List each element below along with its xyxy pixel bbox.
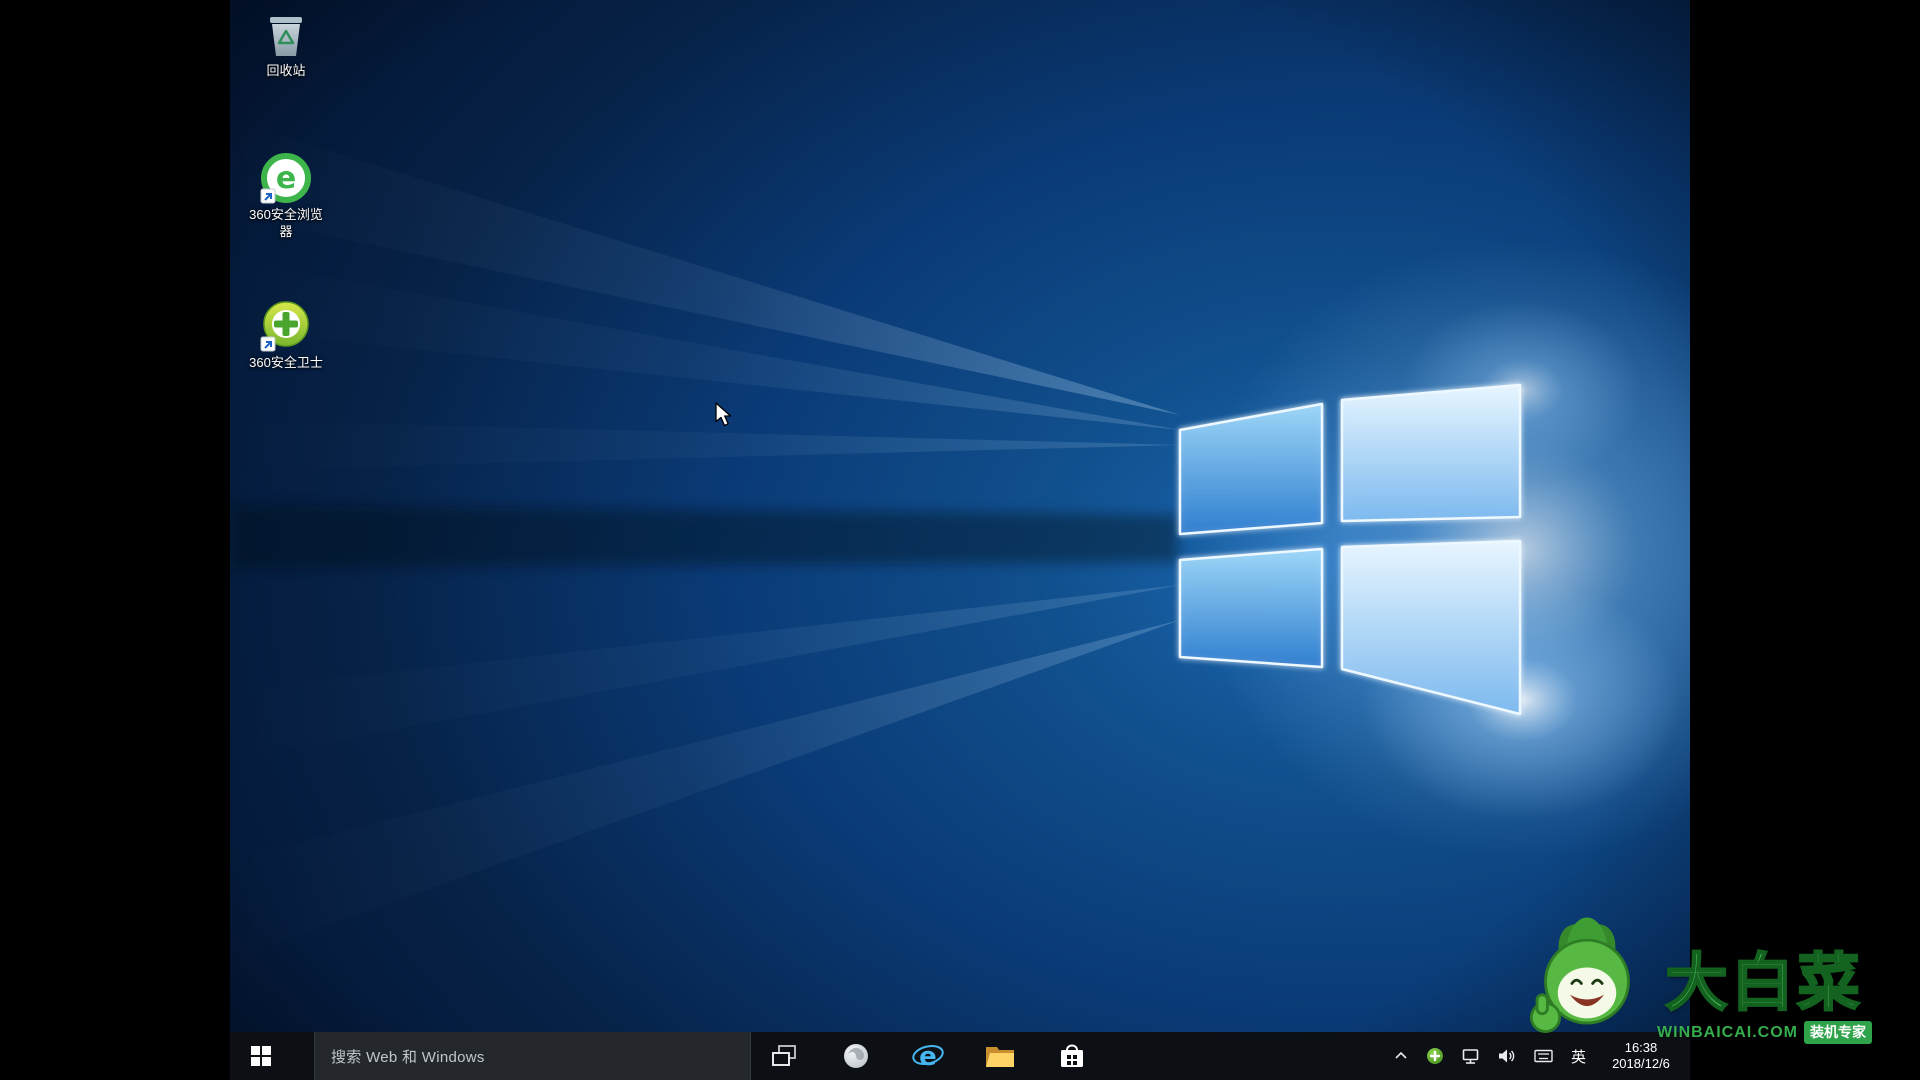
file-explorer-button[interactable] bbox=[970, 1032, 1030, 1080]
tray-chevron-button[interactable] bbox=[1392, 1032, 1410, 1080]
pinned-app-button[interactable] bbox=[826, 1032, 886, 1080]
windows-store-button[interactable] bbox=[1042, 1032, 1102, 1080]
taskbar-pinned-apps: e bbox=[754, 1032, 1102, 1080]
clock-time: 16:38 bbox=[1625, 1040, 1658, 1056]
windows-hero-wallpaper bbox=[230, 0, 1690, 1080]
360-browser-icon: e bbox=[260, 152, 312, 204]
network-icon bbox=[1462, 1048, 1480, 1065]
task-view-icon bbox=[771, 1044, 797, 1068]
windows-logo-icon bbox=[251, 1046, 271, 1066]
windows-store-icon bbox=[1058, 1042, 1086, 1070]
tray-360-button[interactable] bbox=[1424, 1032, 1446, 1080]
pinned-app-swirl-icon bbox=[842, 1042, 870, 1070]
taskbar-search-box[interactable]: 搜索 Web 和 Windows bbox=[314, 1032, 751, 1080]
tray-network-button[interactable] bbox=[1460, 1032, 1482, 1080]
360-tray-icon bbox=[1426, 1047, 1444, 1065]
tray-volume-button[interactable] bbox=[1496, 1032, 1518, 1080]
desktop-background[interactable] bbox=[230, 0, 1690, 1080]
360-safeguard-icon bbox=[260, 300, 312, 352]
ime-indicator[interactable]: 英 bbox=[1569, 1032, 1588, 1080]
tray-clock[interactable]: 16:38 2018/12/6 bbox=[1602, 1040, 1680, 1072]
desktop-icon-label: 360安全浏览器 bbox=[245, 207, 327, 241]
volume-icon bbox=[1498, 1048, 1516, 1064]
clock-date: 2018/12/6 bbox=[1612, 1056, 1670, 1072]
letterbox-left bbox=[0, 0, 230, 1080]
chevron-up-icon bbox=[1394, 1050, 1408, 1062]
task-view-button[interactable] bbox=[754, 1032, 814, 1080]
desktop: 回收站 e 360安全浏览器 360安全卫士 bbox=[230, 0, 1690, 1080]
touch-keyboard-icon bbox=[1534, 1049, 1553, 1063]
internet-explorer-icon: e bbox=[912, 1041, 944, 1071]
desktop-icon-360-safeguard[interactable]: 360安全卫士 bbox=[240, 300, 332, 372]
search-placeholder: 搜索 Web 和 Windows bbox=[331, 1046, 485, 1067]
letterbox-right bbox=[1690, 0, 1920, 1080]
desktop-icon-label: 360安全卫士 bbox=[249, 355, 323, 372]
tray-keyboard-button[interactable] bbox=[1532, 1032, 1555, 1080]
start-button[interactable] bbox=[230, 1032, 292, 1080]
recycle-bin-icon bbox=[262, 8, 310, 60]
system-tray: 英 16:38 2018/12/6 bbox=[1392, 1032, 1680, 1080]
desktop-icon-recycle-bin[interactable]: 回收站 bbox=[240, 8, 332, 80]
file-explorer-icon bbox=[985, 1043, 1015, 1069]
desktop-icon-360-browser[interactable]: e 360安全浏览器 bbox=[240, 152, 332, 241]
internet-explorer-button[interactable]: e bbox=[898, 1032, 958, 1080]
taskbar: 搜索 Web 和 Windows bbox=[230, 1032, 1690, 1080]
desktop-icon-label: 回收站 bbox=[266, 63, 305, 80]
svg-text:e: e bbox=[276, 161, 296, 196]
